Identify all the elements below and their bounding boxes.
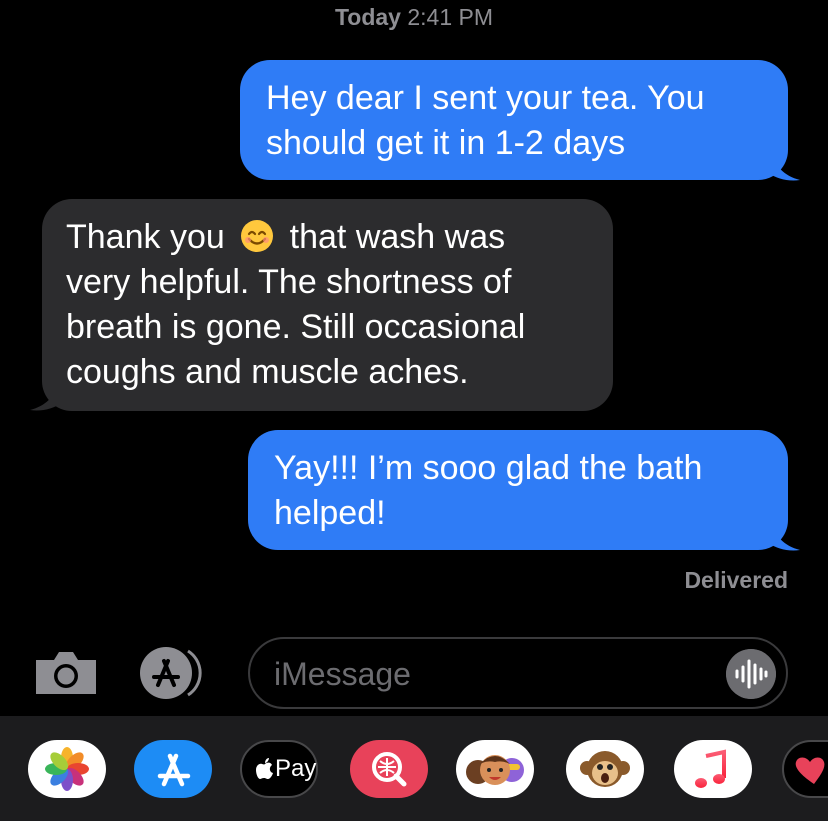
conversation-timestamp: Today 2:41 PM: [0, 4, 828, 31]
message-text-line: very helpful. The shortness of: [66, 263, 512, 301]
message-text-line: helped!: [274, 494, 386, 532]
animoji-icon: [580, 751, 630, 787]
received-bubble-tail: [30, 378, 60, 411]
sent-bubble-tail: [770, 518, 800, 551]
app-store-icon: [157, 753, 191, 787]
memoji-app-button[interactable]: [456, 740, 534, 798]
sent-message-bubble[interactable]: Hey dear I sent your tea. You should get…: [240, 60, 788, 180]
received-message-bubble[interactable]: Thank you that wash was very helpful. Th…: [42, 199, 613, 411]
message-text-line: breath is gone. Still occasional: [66, 308, 526, 346]
music-icon: [695, 749, 726, 788]
app-drawer: Pay: [0, 716, 828, 821]
image-search-app-button[interactable]: [350, 740, 428, 798]
message-text-line: Hey dear I sent your tea. You: [266, 79, 705, 117]
message-text-line: Thank you that wash was: [66, 215, 589, 260]
delivered-status: Delivered: [684, 567, 788, 593]
audio-message-icon[interactable]: [726, 649, 776, 699]
photos-icon: [45, 747, 89, 791]
timestamp-time: 2:41 PM: [407, 4, 494, 30]
digital-touch-app-button[interactable]: [782, 740, 828, 798]
imessage-field[interactable]: [248, 637, 788, 709]
apple-pay-app-button[interactable]: Pay: [240, 740, 318, 798]
apple-pay-icon: [256, 758, 273, 779]
photos-app-button[interactable]: [28, 740, 106, 798]
imessage-input[interactable]: [272, 649, 716, 699]
app-store-drawer-icon[interactable]: [138, 645, 214, 701]
app-store-app-button[interactable]: [134, 740, 212, 798]
apple-pay-label: Pay: [275, 755, 317, 782]
message-text: Thank you: [66, 218, 225, 256]
timestamp-day: Today: [334, 4, 401, 30]
smiling-face-icon: [241, 220, 274, 252]
sent-message-bubble[interactable]: Yay!!! I’m sooo glad the bath helped!: [248, 430, 788, 550]
message-text-line: should get it in 1-2 days: [266, 124, 626, 162]
message-text: that wash was: [289, 218, 506, 256]
image-search-icon: [372, 752, 407, 787]
camera-icon[interactable]: [32, 648, 100, 698]
music-app-button[interactable]: [674, 740, 752, 798]
animoji-app-button[interactable]: [566, 740, 644, 798]
digital-touch-icon: [795, 757, 825, 784]
message-text-line: coughs and muscle aches.: [66, 353, 469, 391]
sent-bubble-tail: [770, 148, 800, 181]
message-text-line: Yay!!! I’m sooo glad the bath: [274, 449, 703, 487]
memoji-icon: [466, 755, 524, 785]
